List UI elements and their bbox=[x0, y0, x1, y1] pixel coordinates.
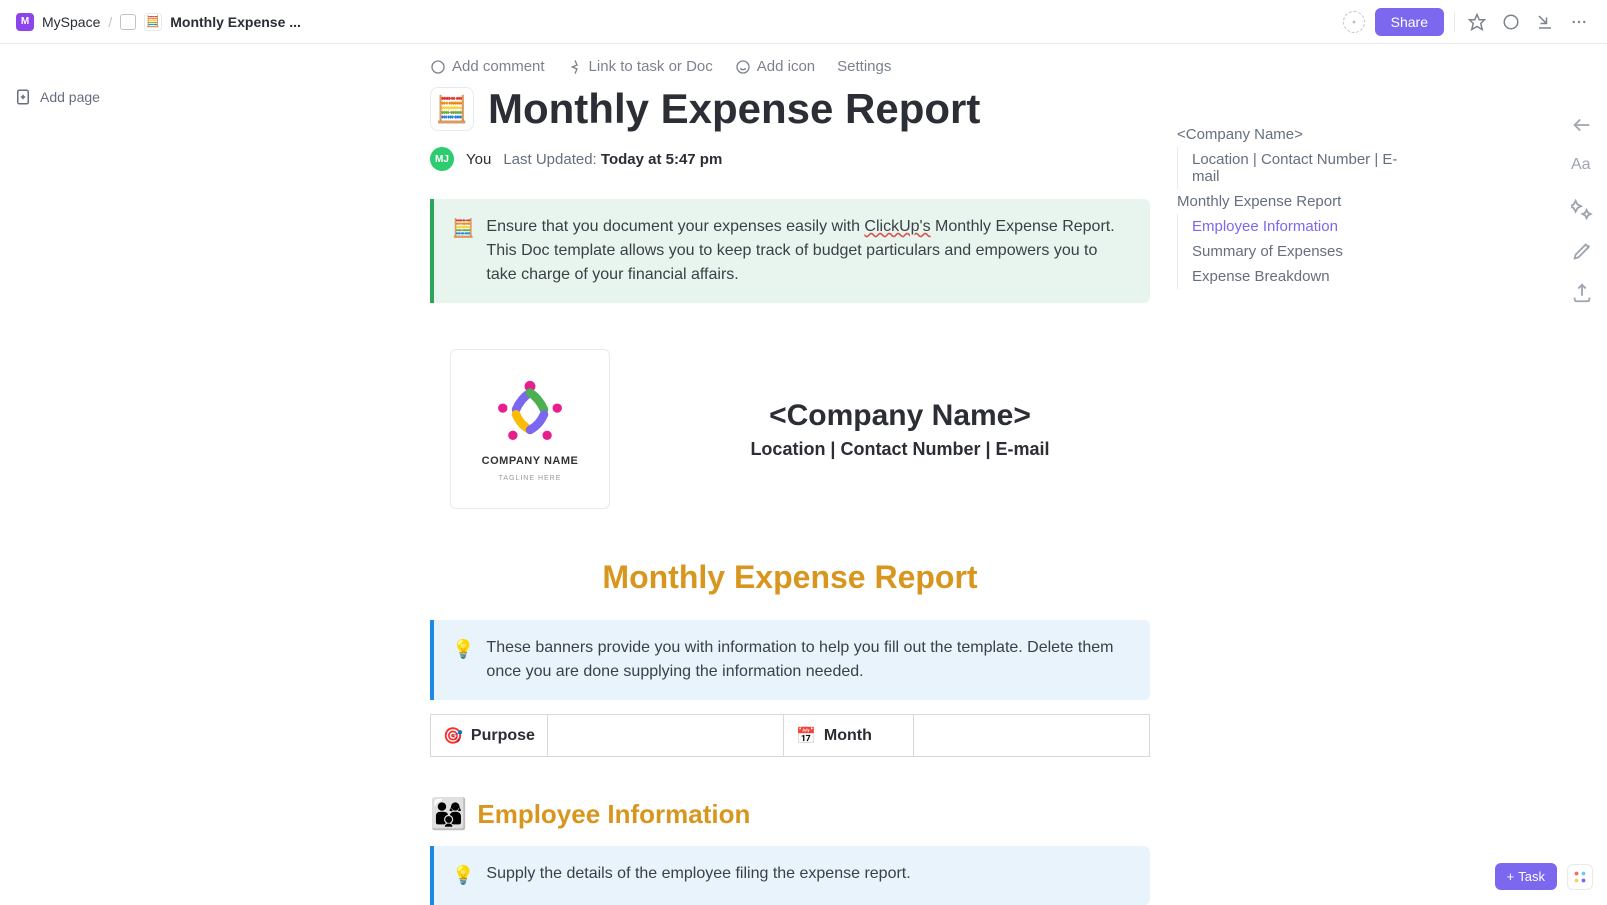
employee-title-text: Employee Information bbox=[477, 799, 750, 830]
bulb-icon: 💡 bbox=[452, 636, 474, 684]
right-rail: Aa bbox=[1571, 114, 1593, 304]
add-page-label: Add page bbox=[40, 89, 100, 105]
clickup-link[interactable]: ClickUp's bbox=[864, 218, 930, 235]
link-task-button[interactable]: Link to task or Doc bbox=[567, 58, 713, 75]
outline-item[interactable]: Summary of Expenses bbox=[1177, 239, 1407, 264]
month-value-cell[interactable] bbox=[913, 715, 1149, 757]
company-name[interactable]: <Company Name> bbox=[650, 399, 1150, 433]
purpose-month-table: 🎯 Purpose 📅 Month bbox=[430, 714, 1150, 757]
updated-label: Last Updated: bbox=[503, 151, 596, 168]
smiley-icon bbox=[735, 59, 751, 75]
font-icon[interactable]: Aa bbox=[1571, 156, 1593, 178]
table-row: 🎯 Purpose 📅 Month bbox=[431, 715, 1150, 757]
share-button[interactable]: Share bbox=[1375, 8, 1444, 36]
outline-item[interactable]: Employee Information bbox=[1177, 214, 1407, 239]
outline-item[interactable]: <Company Name> bbox=[1177, 122, 1407, 147]
report-section-title: Monthly Expense Report bbox=[430, 559, 1150, 596]
people-emoji-icon: 👨‍👩‍👦 bbox=[430, 797, 467, 832]
document-body: Add comment Link to task or Doc Add icon… bbox=[430, 58, 1150, 905]
breadcrumb-doc[interactable]: Monthly Expense ... bbox=[170, 14, 301, 30]
add-comment-button[interactable]: Add comment bbox=[430, 58, 545, 75]
employee-tip-callout: 💡 Supply the details of the employee fil… bbox=[430, 846, 1150, 905]
settings-label: Settings bbox=[837, 58, 891, 75]
outline-item[interactable]: Expense Breakdown bbox=[1177, 264, 1407, 289]
abacus-icon: 🧮 bbox=[144, 13, 162, 31]
month-label: Month bbox=[824, 727, 872, 745]
add-page-button[interactable]: Add page bbox=[14, 88, 100, 106]
purpose-value-cell[interactable] bbox=[547, 715, 783, 757]
focus-mode-icon[interactable] bbox=[1343, 11, 1365, 33]
employee-tip-text: Supply the details of the employee filin… bbox=[486, 862, 910, 889]
breadcrumb-space[interactable]: MySpace bbox=[42, 14, 100, 30]
page-title[interactable]: Monthly Expense Report bbox=[488, 85, 980, 133]
settings-button[interactable]: Settings bbox=[837, 58, 891, 75]
comment-icon[interactable] bbox=[1499, 10, 1523, 34]
doc-title-row: 🧮 Monthly Expense Report bbox=[430, 85, 1150, 133]
company-text: <Company Name> Location | Contact Number… bbox=[650, 399, 1150, 460]
purpose-label-cell: 🎯 Purpose bbox=[431, 715, 548, 757]
export-icon[interactable] bbox=[1571, 282, 1593, 304]
topbar: M MySpace / 🧮 Monthly Expense ... Share bbox=[0, 0, 1607, 44]
calendar-icon: 📅 bbox=[796, 726, 816, 746]
outline-item[interactable]: Monthly Expense Report bbox=[1177, 189, 1407, 214]
more-icon[interactable] bbox=[1567, 10, 1591, 34]
add-page-icon bbox=[14, 88, 32, 106]
favorite-icon[interactable] bbox=[1465, 10, 1489, 34]
target-icon: 🎯 bbox=[443, 726, 463, 746]
intro-pre: Ensure that you document your expenses e… bbox=[486, 218, 864, 235]
divider bbox=[1454, 12, 1455, 32]
company-sub[interactable]: Location | Contact Number | E-mail bbox=[650, 439, 1150, 460]
updated-value: Today at 5:47 pm bbox=[601, 151, 722, 168]
new-task-button[interactable]: + Task bbox=[1495, 863, 1557, 890]
add-comment-label: Add comment bbox=[452, 58, 545, 75]
collapse-icon[interactable] bbox=[1571, 114, 1593, 136]
outline-item[interactable]: Location | Contact Number | E-mail bbox=[1177, 147, 1407, 189]
space-icon[interactable]: M bbox=[16, 13, 34, 31]
link-icon bbox=[567, 59, 583, 75]
doc-toolbar: Add comment Link to task or Doc Add icon… bbox=[430, 58, 1150, 75]
month-label-cell: 📅 Month bbox=[783, 715, 913, 757]
employee-section-title: 👨‍👩‍👦 Employee Information bbox=[430, 797, 1150, 832]
banner-tip-text: These banners provide you with informati… bbox=[486, 636, 1132, 684]
byline: MJ You Last Updated: Today at 5:47 pm bbox=[430, 147, 1150, 171]
breadcrumb: M MySpace / 🧮 Monthly Expense ... bbox=[16, 13, 301, 31]
purpose-label: Purpose bbox=[471, 727, 535, 745]
intro-callout: 🧮 Ensure that you document your expenses… bbox=[430, 199, 1150, 303]
logo-graphic-icon bbox=[490, 377, 570, 447]
comment-bubble-icon bbox=[430, 59, 446, 75]
topbar-actions: Share bbox=[1343, 8, 1591, 36]
banner-tip-callout: 💡 These banners provide you with informa… bbox=[430, 620, 1150, 700]
avatar[interactable]: MJ bbox=[430, 147, 454, 171]
intro-text: Ensure that you document your expenses e… bbox=[486, 215, 1132, 287]
author-label: You bbox=[466, 151, 491, 168]
edit-icon[interactable] bbox=[1571, 240, 1593, 262]
logo-tagline: TAGLINE HERE bbox=[499, 475, 562, 482]
link-task-label: Link to task or Doc bbox=[589, 58, 713, 75]
add-icon-button[interactable]: Add icon bbox=[735, 58, 815, 75]
breadcrumb-sep: / bbox=[108, 14, 112, 30]
document-outline: <Company Name> Location | Contact Number… bbox=[1177, 122, 1407, 289]
doc-emoji-icon[interactable]: 🧮 bbox=[430, 87, 474, 131]
download-icon[interactable] bbox=[1533, 10, 1557, 34]
apps-button[interactable] bbox=[1567, 864, 1593, 890]
add-icon-label: Add icon bbox=[757, 58, 815, 75]
doc-icon bbox=[120, 14, 136, 30]
abacus-emoji-icon: 🧮 bbox=[452, 215, 474, 287]
plus-icon: + bbox=[1507, 869, 1515, 884]
task-label: Task bbox=[1518, 869, 1545, 884]
company-logo[interactable]: COMPANY NAME TAGLINE HERE bbox=[450, 349, 610, 509]
bulb-icon: 💡 bbox=[452, 862, 474, 889]
magic-icon[interactable] bbox=[1571, 198, 1593, 220]
updated-text: Last Updated: Today at 5:47 pm bbox=[503, 151, 722, 168]
company-block: COMPANY NAME TAGLINE HERE <Company Name>… bbox=[430, 349, 1150, 509]
logo-name: COMPANY NAME bbox=[482, 455, 579, 467]
